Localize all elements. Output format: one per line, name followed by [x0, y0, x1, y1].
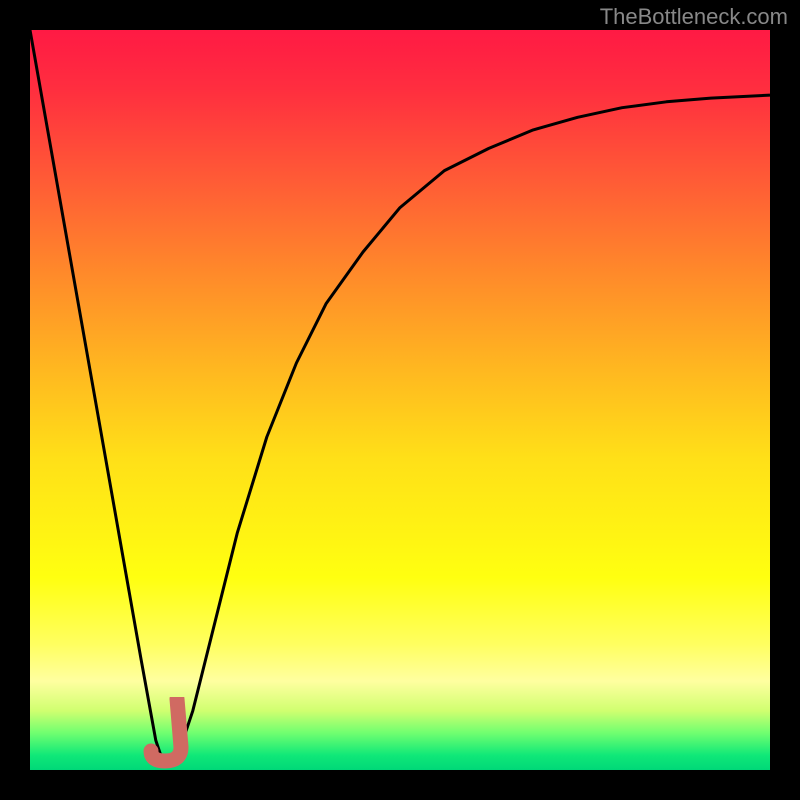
- watermark-text: TheBottleneck.com: [600, 4, 788, 30]
- chart-plot-area: [30, 30, 770, 770]
- bottleneck-curve: [30, 30, 770, 770]
- optimum-marker: [141, 697, 193, 769]
